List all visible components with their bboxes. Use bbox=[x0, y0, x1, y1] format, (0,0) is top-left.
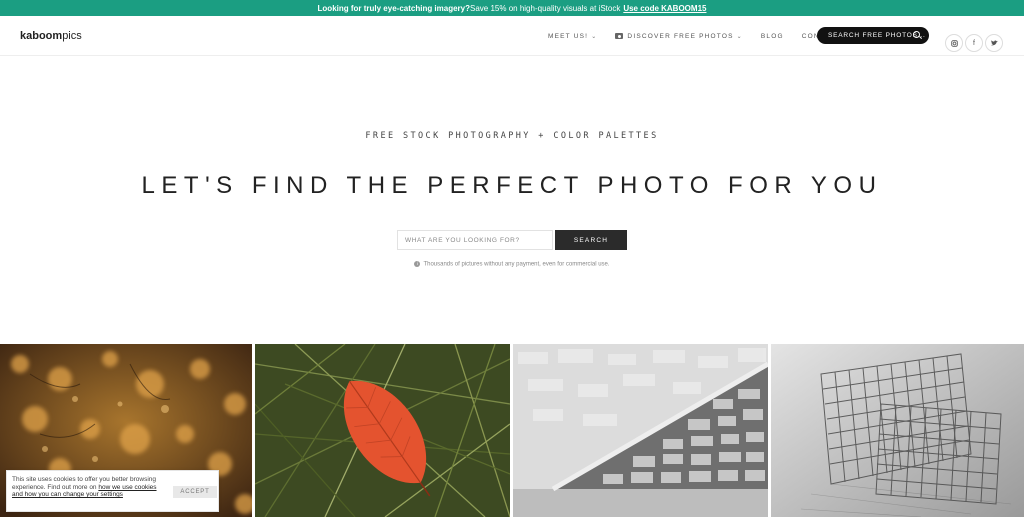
twitter-glyph bbox=[990, 40, 998, 46]
cookie-banner: This site uses cookies to offer you bett… bbox=[6, 470, 219, 512]
nav-meet-us-label: MEET US! bbox=[548, 32, 589, 40]
photo-stone-wall-image bbox=[513, 344, 768, 517]
promo-lead: Looking for truly eye-catching imagery? bbox=[317, 3, 471, 13]
chevron-down-icon: ⌄ bbox=[736, 33, 743, 40]
instagram-glyph bbox=[950, 39, 958, 47]
facebook-glyph: f bbox=[973, 39, 975, 47]
hero-search-input[interactable]: WHAT ARE YOU LOOKING FOR? bbox=[397, 230, 553, 250]
hero-tagline: FREE STOCK PHOTOGRAPHY + COLOR PALETTES bbox=[365, 131, 659, 141]
nav-discover-label: DISCOVER FREE PHOTOS bbox=[627, 32, 734, 40]
nav-blog-label: BLOG bbox=[760, 32, 784, 40]
photo-stone-wall[interactable] bbox=[513, 344, 768, 517]
camera-icon bbox=[615, 33, 624, 39]
logo[interactable]: kaboompics bbox=[20, 30, 82, 42]
nav-blog[interactable]: BLOG bbox=[761, 33, 784, 40]
hero-section: FREE STOCK PHOTOGRAPHY + COLOR PALETTES … bbox=[0, 57, 1024, 344]
photo-red-leaf-image bbox=[255, 344, 510, 517]
chevron-down-icon: ⌄ bbox=[591, 33, 598, 40]
logo-light: pics bbox=[62, 29, 82, 42]
nav-search-button[interactable]: SEARCH FREE PHOTOS... bbox=[817, 27, 929, 44]
main-menu: MEET US! ⌄ DISCOVER FREE PHOTOS ⌄ BLOG C… bbox=[548, 16, 859, 56]
promo-text: Save 15% on high-quality visuals at iSto… bbox=[470, 3, 621, 13]
logo-bold: kaboom bbox=[20, 29, 63, 42]
facebook-icon[interactable]: f bbox=[965, 34, 983, 52]
top-navigation: kaboompics MEET US! ⌄ DISCOVER FREE PHOT… bbox=[0, 16, 1024, 56]
hero-note: i Thousands of pictures without any payme… bbox=[0, 261, 1024, 268]
promo-code-link[interactable]: Use code KABOOM15 bbox=[623, 4, 706, 13]
info-icon: i bbox=[414, 261, 421, 267]
promo-banner: Looking for truly eye-catching imagery? … bbox=[0, 0, 1024, 16]
cookie-text: This site uses cookies to offer you bett… bbox=[12, 476, 162, 499]
nav-discover-free-photos[interactable]: DISCOVER FREE PHOTOS ⌄ bbox=[615, 33, 742, 40]
twitter-icon[interactable] bbox=[985, 34, 1003, 52]
accept-cookies-button[interactable]: ACCEPT bbox=[173, 486, 217, 498]
photo-wire-grid-image bbox=[771, 344, 1024, 517]
instagram-icon[interactable] bbox=[945, 34, 963, 52]
hero-search-button[interactable]: SEARCH bbox=[555, 230, 627, 250]
nav-meet-us[interactable]: MEET US! ⌄ bbox=[548, 33, 597, 40]
nav-search-label: SEARCH FREE PHOTOS... bbox=[828, 32, 926, 39]
hero-note-text: Thousands of pictures without any paymen… bbox=[423, 261, 610, 268]
photo-wire-grid[interactable] bbox=[771, 344, 1024, 517]
photo-red-leaf[interactable] bbox=[255, 344, 510, 517]
search-icon bbox=[913, 31, 920, 38]
hero-headline: LET'S FIND THE PERFECT PHOTO FOR YOU bbox=[141, 172, 883, 199]
